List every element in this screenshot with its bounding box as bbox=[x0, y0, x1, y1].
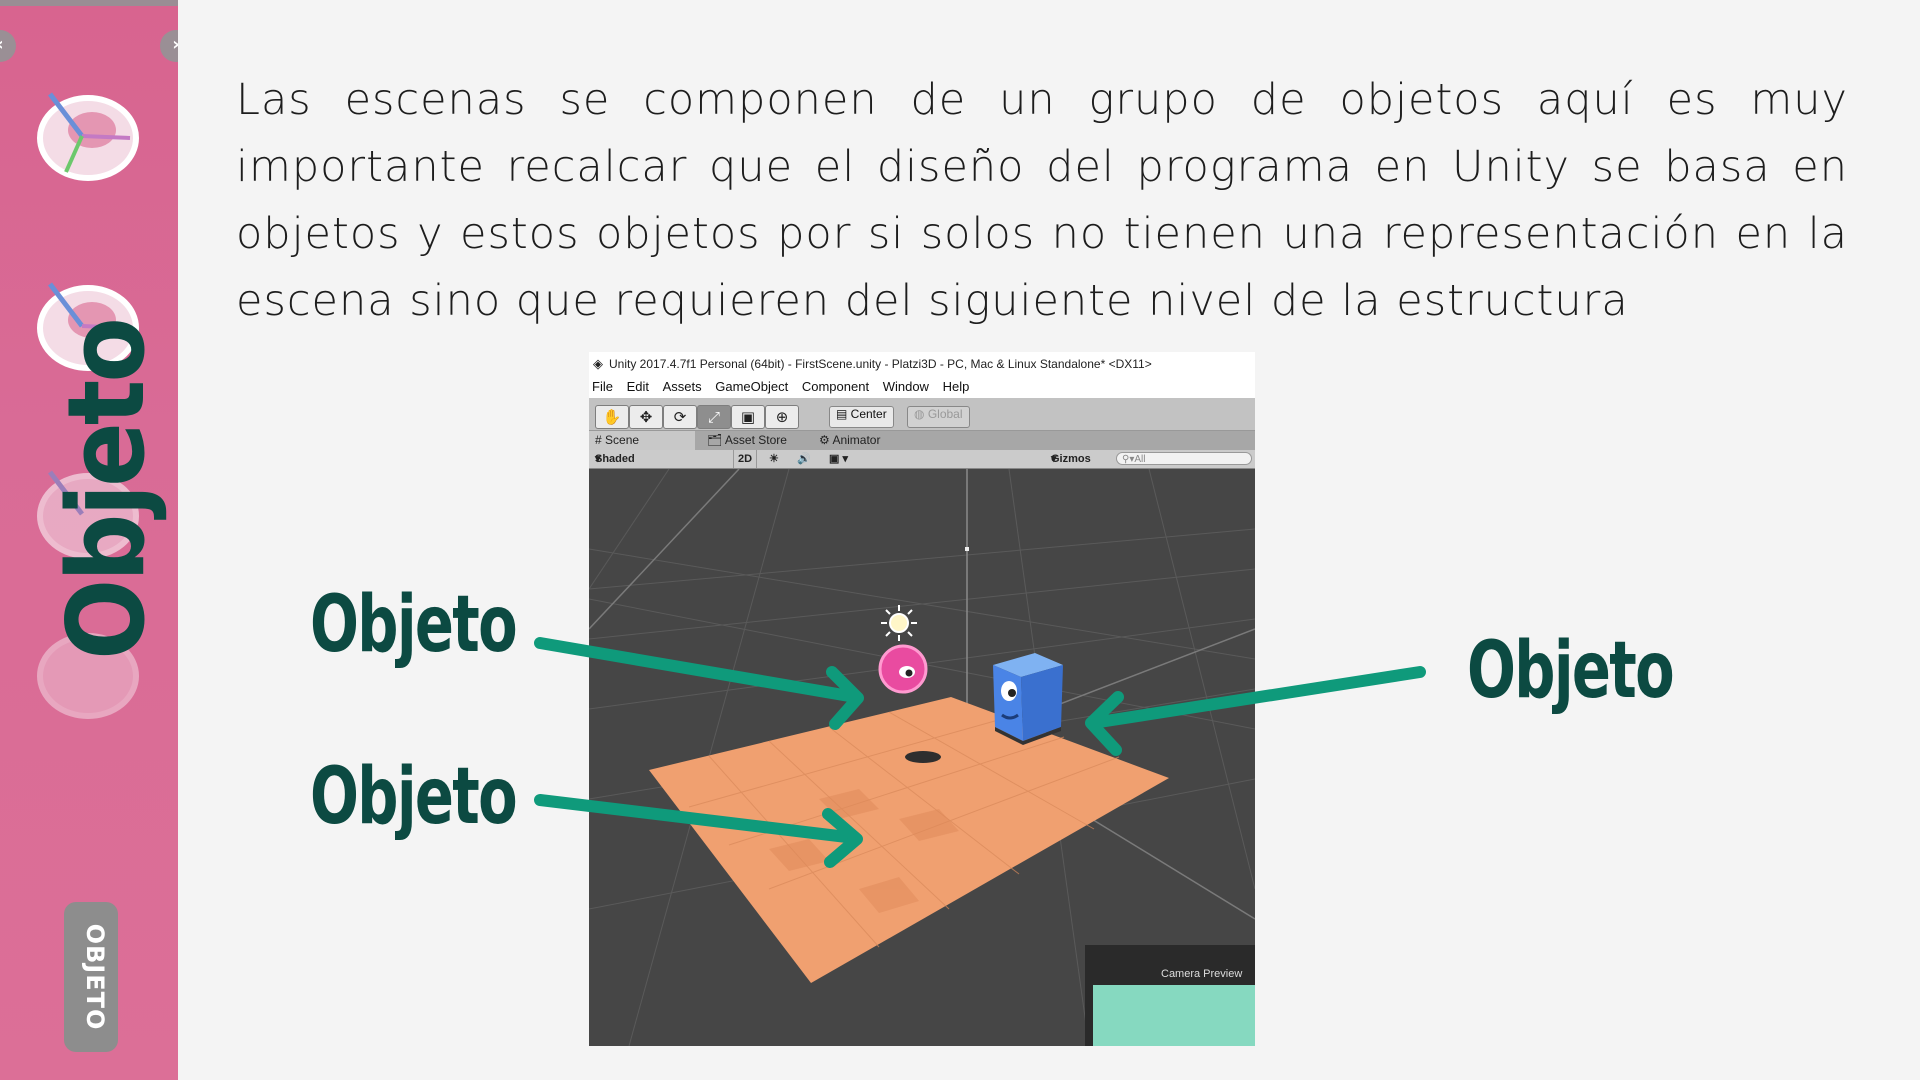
arrow-to-floor bbox=[534, 794, 861, 844]
callout-arrows bbox=[534, 637, 1426, 868]
callout-label-sphere: Objeto bbox=[310, 580, 518, 670]
callout-label-floor: Objeto bbox=[310, 752, 518, 842]
arrow-to-cube bbox=[1087, 666, 1426, 729]
callout-label-cube: Objeto bbox=[1467, 626, 1675, 716]
arrow-to-sphere bbox=[534, 637, 861, 703]
